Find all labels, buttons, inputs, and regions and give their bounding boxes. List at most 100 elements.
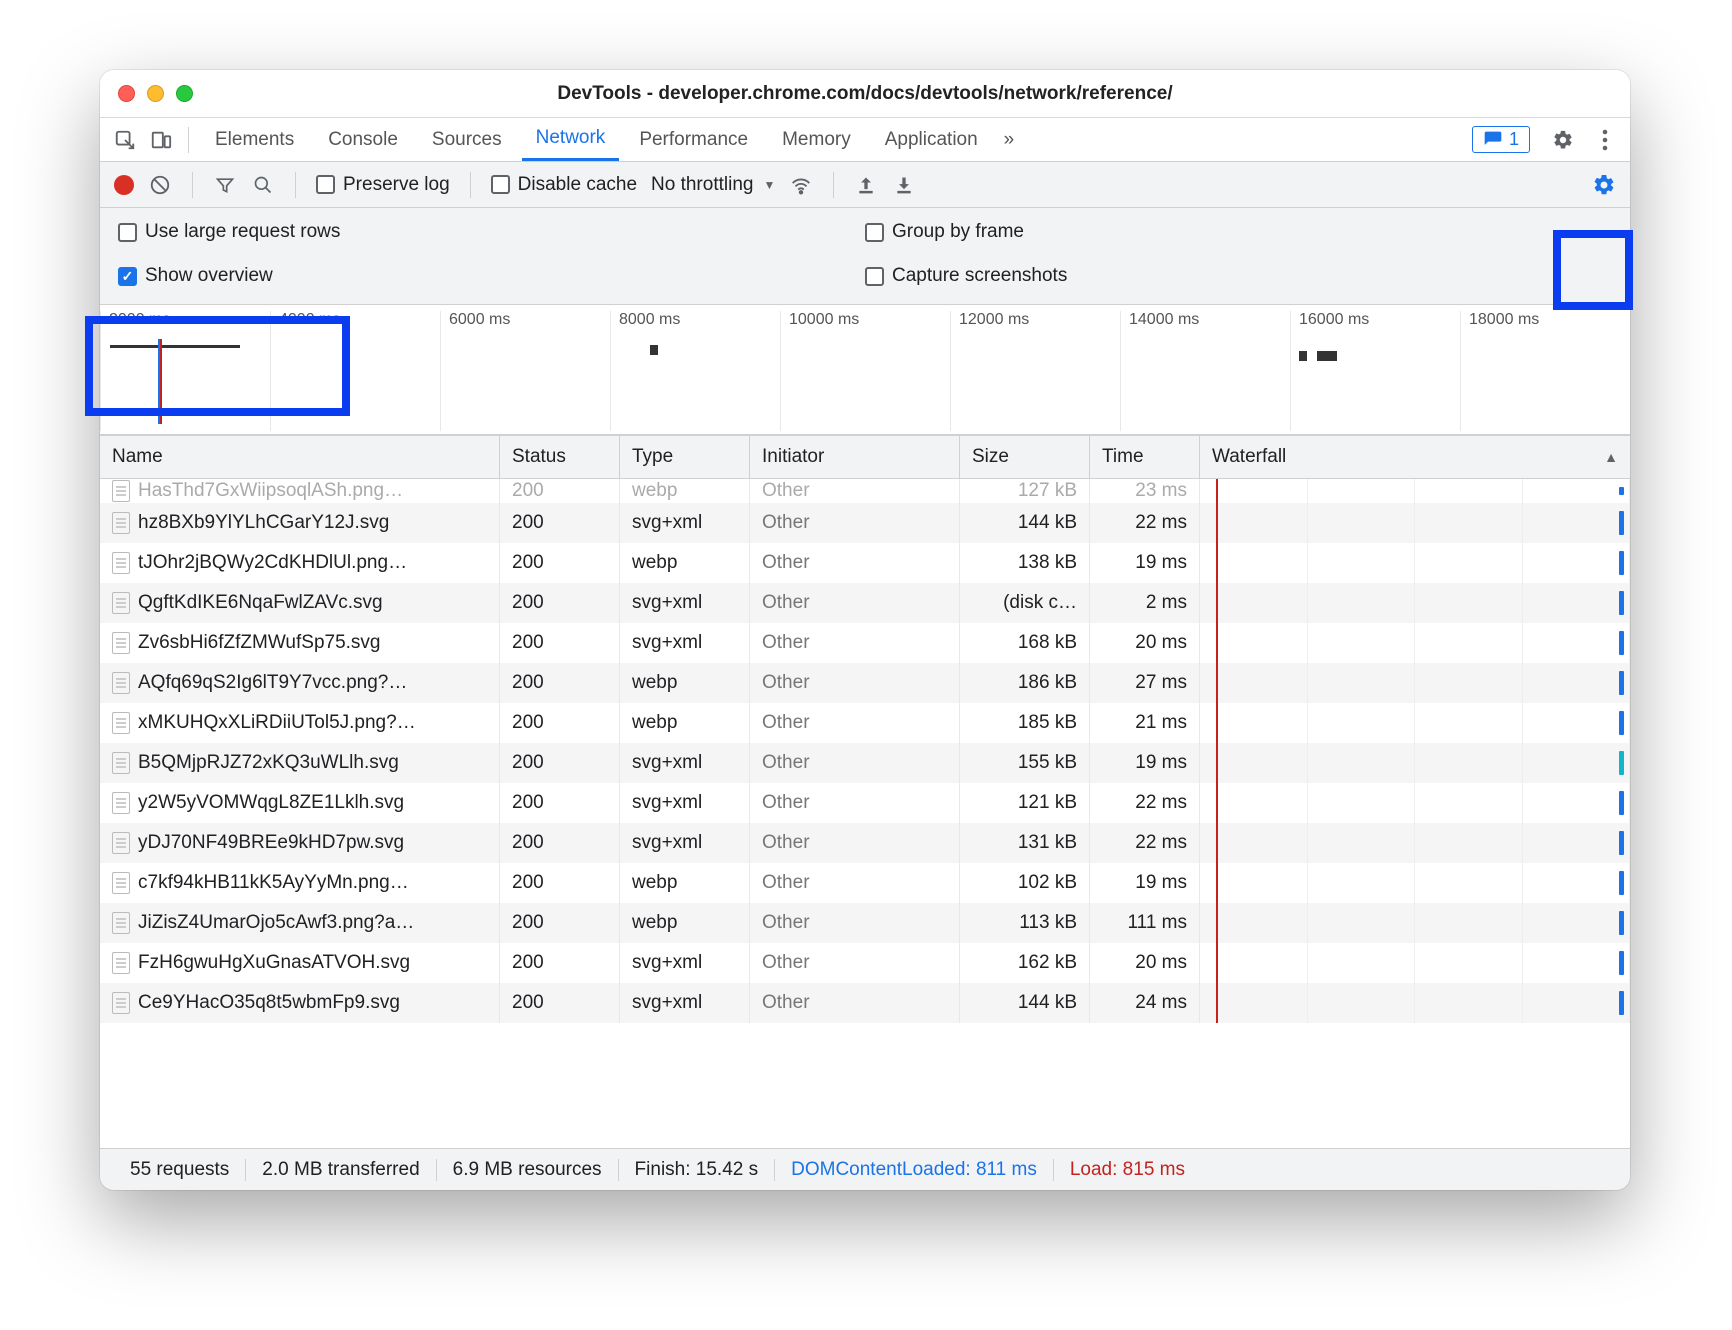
col-status[interactable]: Status	[500, 436, 620, 478]
cell-time: 22 ms	[1090, 823, 1200, 863]
tab-application[interactable]: Application	[871, 118, 992, 161]
tab-elements[interactable]: Elements	[201, 118, 308, 161]
close-window-button[interactable]	[118, 85, 135, 102]
cell-name[interactable]: FzH6gwuHgXuGnasATVOH.svg	[100, 943, 500, 983]
cell-name[interactable]: tJOhr2jBQWy2CdKHDlUl.png…	[100, 543, 500, 583]
cell-initiator[interactable]: Other	[750, 823, 960, 863]
disable-cache-checkbox[interactable]	[491, 175, 510, 194]
table-row[interactable]: QgftKdIKE6NqaFwlZAVc.svg200svg+xmlOther(…	[100, 583, 1630, 623]
cell-initiator[interactable]: Other	[750, 743, 960, 783]
cell-status: 200	[500, 743, 620, 783]
table-row[interactable]: y2W5yVOMWqgL8ZE1Lklh.svg200svg+xmlOther1…	[100, 783, 1630, 823]
cell-name[interactable]: yDJ70NF49BREe9kHD7pw.svg	[100, 823, 500, 863]
cell-name[interactable]: Zv6sbHi6fZfZMWufSp75.svg	[100, 623, 500, 663]
network-toolbar: Preserve log Disable cache No throttling…	[100, 162, 1630, 208]
cell-initiator[interactable]: Other	[750, 583, 960, 623]
clear-icon[interactable]	[148, 173, 172, 197]
preserve-log-checkbox[interactable]	[316, 175, 335, 194]
cell-name[interactable]: QgftKdIKE6NqaFwlZAVc.svg	[100, 583, 500, 623]
filter-icon[interactable]	[213, 173, 237, 197]
table-row[interactable]: Zv6sbHi6fZfZMWufSp75.svg200svg+xmlOther1…	[100, 623, 1630, 663]
table-row[interactable]: xMKUHQxXLiRDiiUTol5J.png?…200webpOther18…	[100, 703, 1630, 743]
col-initiator[interactable]: Initiator	[750, 436, 960, 478]
minimize-window-button[interactable]	[147, 85, 164, 102]
cell-name[interactable]: y2W5yVOMWqgL8ZE1Lklh.svg	[100, 783, 500, 823]
table-row[interactable]: AQfq69qS2Ig6lT9Y7vcc.png?…200webpOther18…	[100, 663, 1630, 703]
cell-name[interactable]: Ce9YHacO35q8t5wbmFp9.svg	[100, 983, 500, 1023]
tab-memory[interactable]: Memory	[768, 118, 865, 161]
tab-performance[interactable]: Performance	[625, 118, 762, 161]
table-row[interactable]: tJOhr2jBQWy2CdKHDlUl.png…200webpOther138…	[100, 543, 1630, 583]
show-overview-option[interactable]: Show overview	[118, 262, 865, 290]
preserve-log-option[interactable]: Preserve log	[316, 174, 450, 196]
disable-cache-option[interactable]: Disable cache	[491, 174, 637, 196]
cell-name[interactable]: JiZisZ4UmarOjo5cAwf3.png?a…	[100, 903, 500, 943]
large-rows-option[interactable]: Use large request rows	[118, 218, 865, 246]
search-icon[interactable]	[251, 173, 275, 197]
table-row[interactable]: yDJ70NF49BREe9kHD7pw.svg200svg+xmlOther1…	[100, 823, 1630, 863]
tab-overflow[interactable]: »	[998, 118, 1021, 161]
cell-initiator[interactable]: Other	[750, 479, 960, 503]
throttling-select[interactable]: No throttling ▼	[651, 174, 775, 196]
show-overview-checkbox[interactable]	[118, 267, 137, 286]
table-row[interactable]: FzH6gwuHgXuGnasATVOH.svg200svg+xmlOther1…	[100, 943, 1630, 983]
cell-initiator[interactable]: Other	[750, 623, 960, 663]
cell-name[interactable]: HasThd7GxWiipsoqlASh.png…	[100, 479, 500, 503]
table-row[interactable]: c7kf94kHB11kK5AyYyMn.png…200webpOther102…	[100, 863, 1630, 903]
cell-initiator[interactable]: Other	[750, 983, 960, 1023]
table-row[interactable]: Ce9YHacO35q8t5wbmFp9.svg200svg+xmlOther1…	[100, 983, 1630, 1023]
settings-gear-icon[interactable]	[1548, 125, 1578, 155]
large-rows-checkbox[interactable]	[118, 223, 137, 242]
group-frame-checkbox[interactable]	[865, 223, 884, 242]
cell-type: svg+xml	[620, 623, 750, 663]
cell-size: 102 kB	[960, 863, 1090, 903]
record-button[interactable]	[114, 175, 134, 195]
cell-initiator[interactable]: Other	[750, 903, 960, 943]
col-name[interactable]: Name	[100, 436, 500, 478]
network-settings-gear-icon[interactable]	[1592, 173, 1616, 197]
cell-name[interactable]: B5QMjpRJZ72xKQ3uWLlh.svg	[100, 743, 500, 783]
overview-timeline[interactable]: 2000 ms 4000 ms 6000 ms 8000 ms 10000 ms…	[100, 305, 1630, 435]
cell-initiator[interactable]: Other	[750, 863, 960, 903]
file-icon	[112, 952, 130, 974]
table-row[interactable]: JiZisZ4UmarOjo5cAwf3.png?a…200webpOther1…	[100, 903, 1630, 943]
col-size[interactable]: Size	[960, 436, 1090, 478]
cell-time: 111 ms	[1090, 903, 1200, 943]
device-toggle-icon[interactable]	[146, 125, 176, 155]
cell-waterfall	[1200, 863, 1630, 903]
screenshots-option[interactable]: Capture screenshots	[865, 262, 1612, 290]
cell-size: 185 kB	[960, 703, 1090, 743]
tab-console[interactable]: Console	[314, 118, 412, 161]
cell-initiator[interactable]: Other	[750, 783, 960, 823]
download-har-icon[interactable]	[892, 173, 916, 197]
cell-name[interactable]: xMKUHQxXLiRDiiUTol5J.png?…	[100, 703, 500, 743]
cell-name[interactable]: hz8BXb9YlYLhCGarY12J.svg	[100, 503, 500, 543]
cell-type: svg+xml	[620, 983, 750, 1023]
cell-size: 113 kB	[960, 903, 1090, 943]
col-waterfall[interactable]: Waterfall ▲	[1200, 436, 1630, 478]
col-type[interactable]: Type	[620, 436, 750, 478]
inspect-icon[interactable]	[110, 125, 140, 155]
cell-initiator[interactable]: Other	[750, 943, 960, 983]
screenshots-checkbox[interactable]	[865, 267, 884, 286]
col-time[interactable]: Time	[1090, 436, 1200, 478]
cell-initiator[interactable]: Other	[750, 703, 960, 743]
status-load: Load: 815 ms	[1054, 1159, 1201, 1181]
table-row[interactable]: HasThd7GxWiipsoqlASh.png…200webpOther127…	[100, 479, 1630, 503]
cell-initiator[interactable]: Other	[750, 543, 960, 583]
upload-har-icon[interactable]	[854, 173, 878, 197]
network-conditions-icon[interactable]	[789, 173, 813, 197]
tab-network[interactable]: Network	[522, 118, 620, 161]
cell-time: 22 ms	[1090, 503, 1200, 543]
issues-chip[interactable]: 1	[1472, 126, 1530, 153]
cell-name[interactable]: c7kf94kHB11kK5AyYyMn.png…	[100, 863, 500, 903]
table-row[interactable]: B5QMjpRJZ72xKQ3uWLlh.svg200svg+xmlOther1…	[100, 743, 1630, 783]
cell-initiator[interactable]: Other	[750, 663, 960, 703]
group-frame-option[interactable]: Group by frame	[865, 218, 1612, 246]
tab-sources[interactable]: Sources	[418, 118, 516, 161]
kebab-menu-icon[interactable]	[1590, 125, 1620, 155]
table-row[interactable]: hz8BXb9YlYLhCGarY12J.svg200svg+xmlOther1…	[100, 503, 1630, 543]
cell-initiator[interactable]: Other	[750, 503, 960, 543]
cell-name[interactable]: AQfq69qS2Ig6lT9Y7vcc.png?…	[100, 663, 500, 703]
maximize-window-button[interactable]	[176, 85, 193, 102]
